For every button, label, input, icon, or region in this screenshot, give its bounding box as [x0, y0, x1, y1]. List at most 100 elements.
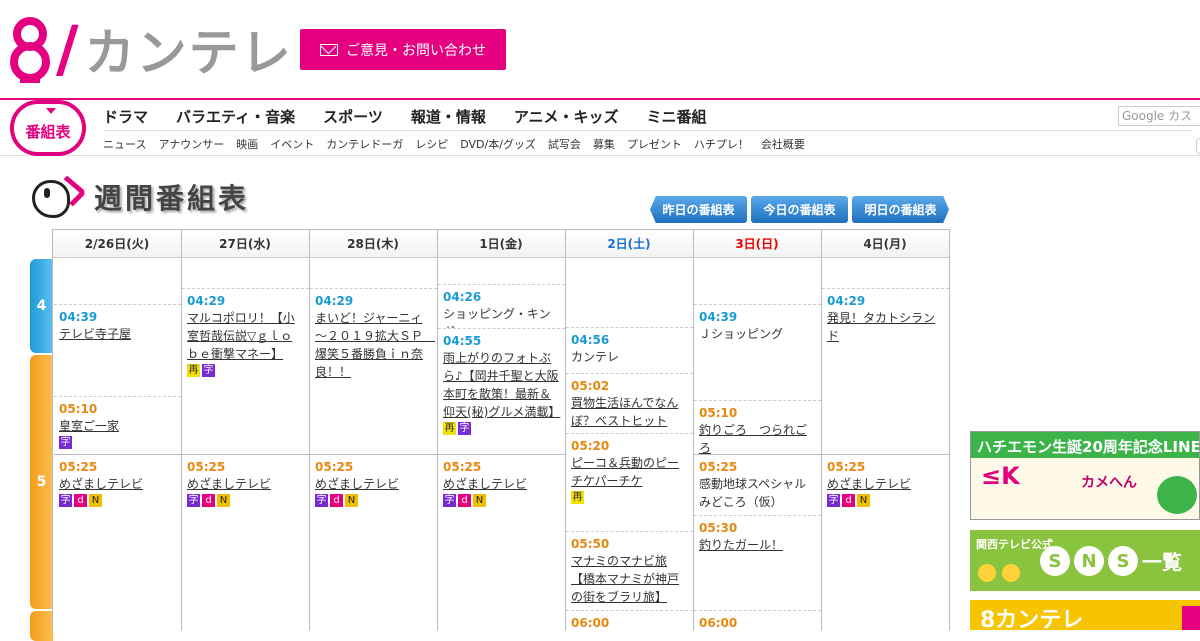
badge: 再: [571, 491, 584, 504]
day-header: 28日(木): [309, 230, 437, 258]
program-cell[interactable]: 04:26 ショッピング・キング: [438, 284, 565, 328]
main-nav-item[interactable]: ミニ番組: [647, 106, 707, 127]
banner-title: ハチエモン生誕20周年記念LINE: [977, 438, 1200, 456]
program-time: 05:25: [827, 460, 866, 474]
sns-list-banner[interactable]: 関西テレビ公式 SNS 一覧: [970, 530, 1200, 591]
program-cell[interactable]: 05:30 釣りたガール！: [694, 515, 821, 610]
program-title[interactable]: 皇室ご一家: [59, 417, 176, 435]
program-time: 05:25: [315, 460, 354, 474]
sns-letter: N: [1074, 546, 1104, 576]
sub-nav-item[interactable]: カンテレドーガ: [326, 136, 403, 152]
badge: d: [74, 494, 87, 507]
program-cell[interactable]: 04:39 Ｊショッピング: [694, 304, 821, 400]
program-title: カンテレ: [571, 350, 620, 364]
program-cell[interactable]: 05:10 皇室ご一家字: [54, 396, 181, 454]
search-button[interactable]: [1196, 138, 1200, 154]
program-badges: 字dN: [443, 494, 560, 507]
search-input[interactable]: Google カス: [1118, 106, 1200, 126]
program-cell[interactable]: 04:56 カンテレ: [566, 327, 693, 373]
program-cell[interactable]: 05:25 めざましテレビ字 d N: [438, 454, 565, 631]
program-title[interactable]: めざましテレビ: [827, 475, 944, 493]
sub-nav-item[interactable]: イベント: [270, 136, 314, 152]
badge: 字: [187, 494, 200, 507]
program-badges: 再字: [187, 364, 304, 377]
program-cell[interactable]: 05:02 買物生活ほんでなんぼ？ベストヒット: [566, 373, 693, 433]
program-cell[interactable]: 04:29 マルコポロリ！【小室哲哉伝説▽ｇｌｏｂｅ衝撃マネー】再字: [182, 288, 309, 454]
program-cell[interactable]: 04:55 雨上がりのフォトぶら♪【岡井千聖と大阪本町を散策！最新＆仰天(秘)グル…: [438, 328, 565, 454]
day-nav-buttons: 昨日の番組表 今日の番組表 明日の番組表: [650, 196, 949, 223]
sub-nav-item[interactable]: 募集: [593, 136, 615, 152]
badge: 字: [202, 364, 215, 377]
program-title[interactable]: めざましテレビ: [59, 475, 176, 493]
program-badges: 字dN: [187, 494, 304, 507]
program-title: ショッピング・キング: [443, 307, 551, 328]
program-cell[interactable]: 04:29 まいど！ジャーニィ～２０１９拡大ＳＰ 爆笑５番勝負ｉｎ奈良！！: [310, 288, 437, 454]
badge: 字: [59, 436, 72, 449]
sub-nav-item[interactable]: アナウンサー: [158, 136, 224, 152]
program-cell[interactable]: 05:25 感動地球スペシャルみどころ（仮）: [694, 454, 821, 515]
program-time: 05:25: [187, 460, 226, 474]
program-title[interactable]: めざましテレビ: [443, 475, 560, 493]
badge: d: [842, 494, 855, 507]
day-nav-button[interactable]: 昨日の番組表: [650, 196, 747, 223]
sub-nav-item[interactable]: ニュース: [103, 136, 146, 152]
program-time: 05:25: [699, 460, 738, 474]
program-cell[interactable]: 05:25 めざましテレビ字 d N: [54, 454, 181, 631]
program-cell[interactable]: 05:10 釣りごろ つられごろ: [694, 400, 821, 454]
k-mark: ≤K: [981, 462, 1020, 490]
main-nav-item[interactable]: スポーツ: [323, 106, 383, 127]
day-header: 2/26日(火): [53, 230, 181, 258]
program-cell[interactable]: 06:00: [566, 610, 693, 631]
sub-nav-item[interactable]: 映画: [236, 136, 258, 152]
program-title[interactable]: テレビ寺子屋: [59, 325, 176, 343]
program-title[interactable]: ピーコ＆兵動のピーチケパーチケ: [571, 454, 688, 490]
program-cell[interactable]: 05:20 ピーコ＆兵動のピーチケパーチケ再: [566, 433, 693, 531]
main-nav-item[interactable]: バラエティ・音楽: [176, 106, 295, 127]
feedback-button[interactable]: ご意見・お問い合わせ: [300, 29, 506, 70]
sub-nav-item[interactable]: レシピ: [415, 136, 448, 152]
program-title[interactable]: マルコポロリ！【小室哲哉伝説▽ｇｌｏｂｅ衝撃マネー】: [187, 309, 304, 363]
program-title[interactable]: めざましテレビ: [315, 475, 432, 493]
sns-letter: S: [1108, 546, 1138, 576]
program-cell[interactable]: 05:25 めざましテレビ字 d N: [310, 454, 437, 631]
main-nav-item[interactable]: 報道・情報: [411, 106, 486, 127]
program-time: 04:39: [59, 310, 98, 324]
sns-letter: S: [1040, 546, 1070, 576]
program-title[interactable]: マナミのマナビ旅【橋本マナミが神戸の街をブラリ旅】: [571, 552, 688, 606]
badge: 字: [827, 494, 840, 507]
program-cell[interactable]: 05:25 めざましテレビ字 d N: [822, 454, 949, 631]
kantele-logo-icon[interactable]: [10, 14, 50, 84]
main-nav-item[interactable]: アニメ・キッズ: [514, 106, 619, 127]
program-time: 05:10: [59, 402, 98, 416]
program-title[interactable]: めざましテレビ: [187, 475, 304, 493]
program-cell[interactable]: 04:29 発見！タカトシランド: [822, 288, 949, 454]
badge: 再: [187, 364, 200, 377]
program-time: 04:29: [315, 294, 354, 308]
program-cell[interactable]: 05:25 めざましテレビ字 d N: [182, 454, 309, 631]
day-nav-button[interactable]: 今日の番組表: [751, 196, 848, 223]
banner-title: 8カンテレ: [980, 608, 1084, 630]
kantele-banner[interactable]: 8カンテレ: [970, 600, 1200, 630]
program-title[interactable]: 釣りたガール！: [699, 536, 816, 554]
program-cell[interactable]: 04:39 テレビ寺子屋: [54, 304, 181, 380]
schedule-grid: 2/26日(火) 27日(水) 28日(木) 1日(金) 2日(土) 3日(日) 4日(月)…: [52, 229, 950, 631]
program-cell[interactable]: 06:00: [694, 610, 821, 631]
day-nav-button[interactable]: 明日の番組表: [852, 196, 949, 223]
sub-nav-item[interactable]: DVD/本/グッズ: [460, 136, 536, 152]
program-title[interactable]: まいど！ジャーニィ～２０１９拡大ＳＰ 爆笑５番勝負ｉｎ奈良！！: [315, 309, 435, 381]
logo-text[interactable]: /カンテレ: [56, 14, 293, 88]
program-guide-button[interactable]: 番組表: [10, 100, 86, 156]
main-nav-item[interactable]: ドラマ: [103, 106, 148, 127]
program-title[interactable]: 買物生活ほんでなんぼ？ベストヒット: [571, 394, 688, 430]
sub-nav-item[interactable]: 試写会: [548, 136, 581, 152]
sub-nav-item[interactable]: プレゼント: [627, 136, 682, 152]
program-cell[interactable]: 05:50 マナミのマナビ旅【橋本マナミが神戸の街をブラリ旅】: [566, 531, 693, 610]
program-title[interactable]: 発見！タカトシランド: [827, 309, 944, 345]
sub-nav-item[interactable]: ハチプレ！: [694, 136, 749, 152]
hachiemon-line-banner[interactable]: ハチエモン生誕20周年記念LINE ≤K カメへん: [970, 431, 1200, 520]
program-time: 05:25: [443, 460, 482, 474]
sub-nav-item[interactable]: 会社概要: [761, 136, 805, 152]
banner-accent: [1182, 606, 1200, 630]
program-title[interactable]: 雨上がりのフォトぶら♪【岡井千聖と大阪本町を散策！最新＆仰天(秘)グルメ満載】: [443, 349, 560, 421]
program-title[interactable]: 釣りごろ つられごろ: [699, 421, 816, 454]
